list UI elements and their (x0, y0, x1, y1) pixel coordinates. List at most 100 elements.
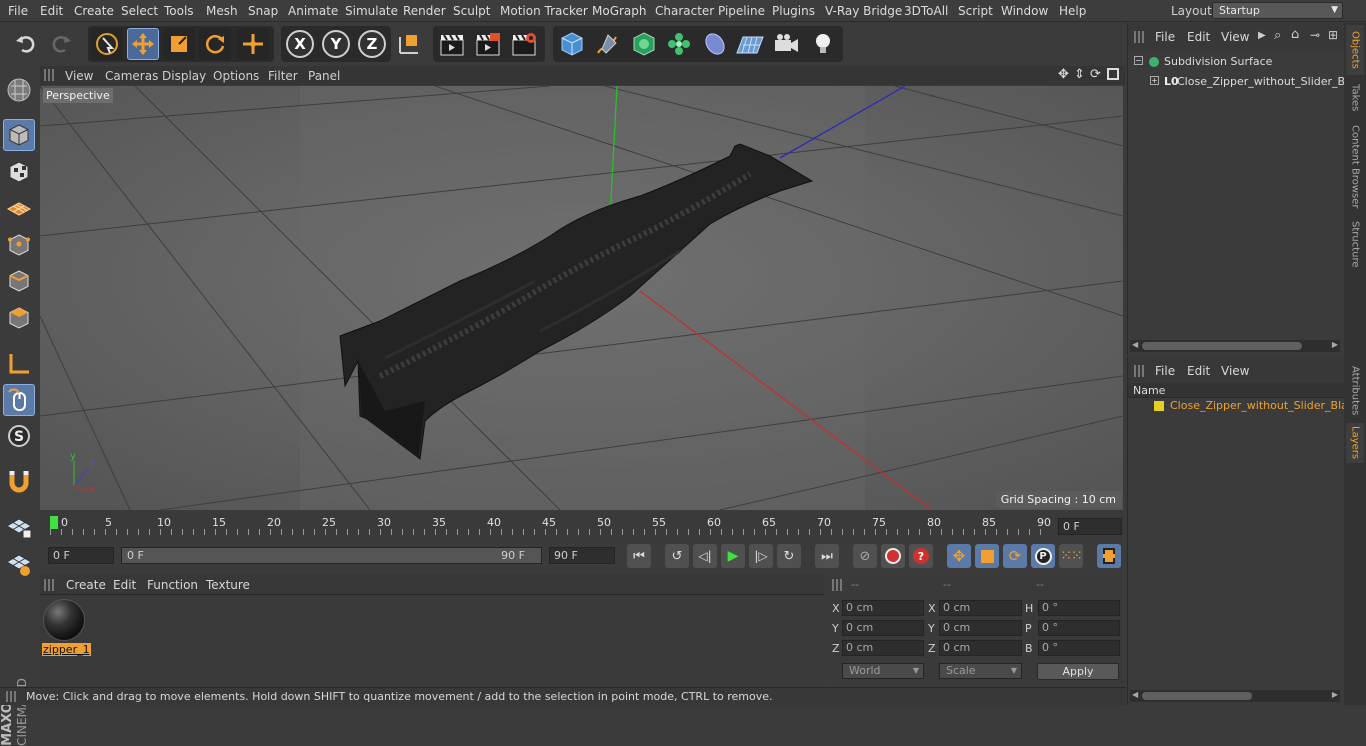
size-x-field[interactable]: 0 cm (939, 600, 1022, 616)
tab-objects[interactable]: Objects (1346, 25, 1364, 75)
size-mode-select[interactable]: Scale ▼ (939, 663, 1022, 679)
menu-snap[interactable]: Snap (248, 4, 278, 18)
menu-more-arrow-icon[interactable]: ▶ (1258, 30, 1266, 41)
material-menu-create[interactable]: Create (66, 578, 106, 592)
menu-mograph[interactable]: MoGraph (592, 4, 647, 18)
end-frame-field[interactable]: 90 F (549, 547, 615, 564)
camera-button[interactable] (770, 28, 802, 60)
material-menu-function[interactable]: Function (147, 578, 198, 592)
go-to-end-button[interactable]: ⏭ (815, 544, 839, 568)
tab-attributes[interactable]: Attributes (1346, 361, 1364, 421)
universal-tool-button[interactable] (237, 28, 269, 60)
floor-button[interactable] (734, 28, 766, 60)
object-menu-edit[interactable]: Edit (1187, 30, 1210, 44)
menu-help[interactable]: Help (1059, 4, 1086, 18)
cube-button[interactable] (556, 28, 588, 60)
timeline-window-button[interactable] (1097, 544, 1121, 568)
menu-create[interactable]: Create (74, 4, 114, 18)
viewport-menu-display[interactable]: Display (162, 69, 206, 83)
edges-mode-button[interactable] (3, 265, 35, 297)
menu-simulate[interactable]: Simulate (345, 4, 398, 18)
expand-icon[interactable]: + (1150, 76, 1159, 85)
scrollbar-thumb[interactable] (1142, 342, 1302, 350)
pos-y-field[interactable]: 0 cm (842, 620, 924, 636)
rot-h-field[interactable]: 0 ° (1038, 600, 1120, 616)
scroll-right-icon[interactable]: ▶ (1332, 690, 1338, 699)
maximize-view-icon[interactable] (1107, 68, 1119, 80)
object-item-zipper[interactable]: + L0 Close_Zipper_without_Slider_Bla (1132, 74, 1355, 92)
layer-color-swatch[interactable] (1154, 401, 1164, 411)
menu-render[interactable]: Render (403, 4, 446, 18)
apply-button[interactable]: Apply (1037, 663, 1119, 680)
menu-tools[interactable]: Tools (164, 4, 194, 18)
key-scale-button[interactable] (975, 544, 999, 568)
axis-mode-button[interactable] (3, 348, 35, 380)
scroll-left-icon[interactable]: ◀ (1132, 690, 1138, 699)
y-axis-lock-button[interactable]: Y (320, 28, 352, 60)
record-keys-button[interactable]: ⊘ (853, 544, 877, 568)
menu-file[interactable]: File (8, 4, 28, 18)
x-axis-lock-button[interactable]: X (284, 28, 316, 60)
start-frame-field[interactable]: 0 F (48, 547, 114, 564)
scrollbar-thumb[interactable] (1142, 692, 1252, 700)
new-window-icon[interactable]: ⊞ (1328, 28, 1338, 42)
cloner-button[interactable] (663, 28, 695, 60)
layout-select[interactable]: Startup ▼ (1212, 2, 1343, 19)
object-item-subdivision[interactable]: − Subdivision Surface (1132, 54, 1342, 72)
frame-range-slider[interactable]: 0 F 90 F (121, 547, 542, 564)
texture-mode-button[interactable] (3, 156, 35, 188)
viewport-menu-options[interactable]: Options (213, 69, 259, 83)
viewport-menu-filter[interactable]: Filter (268, 69, 298, 83)
z-axis-lock-button[interactable]: Z (356, 28, 388, 60)
pen-spline-button[interactable] (591, 28, 623, 60)
tab-layers[interactable]: Layers (1346, 423, 1364, 463)
menu-mesh[interactable]: Mesh (206, 4, 238, 18)
redo-button[interactable] (45, 28, 77, 60)
material-menu-texture[interactable]: Texture (206, 578, 250, 592)
layer-menu-file[interactable]: File (1155, 364, 1175, 378)
tab-takes[interactable]: Takes (1346, 79, 1364, 117)
viewport-menu-cameras[interactable]: Cameras (105, 69, 158, 83)
menu-character[interactable]: Character (655, 4, 714, 18)
grid-lock-button[interactable] (3, 510, 35, 542)
next-key-button[interactable]: ↻ (777, 544, 801, 568)
tab-content-browser[interactable]: Content Browser (1346, 121, 1364, 213)
material-menu-edit[interactable]: Edit (113, 578, 136, 592)
live-selection-button[interactable] (91, 28, 123, 60)
rotate-view-icon[interactable]: ⟳ (1090, 67, 1101, 82)
snap-button[interactable] (3, 466, 35, 498)
coordinate-system-button[interactable] (393, 28, 425, 60)
material-swatch[interactable]: zipper_1 (42, 598, 91, 656)
render-view-button[interactable] (436, 28, 468, 60)
keyframe-selection-button[interactable]: ? (909, 544, 933, 568)
scale-tool-button[interactable] (163, 28, 195, 60)
object-menu-view[interactable]: View (1221, 30, 1249, 44)
points-mode-button[interactable] (3, 229, 35, 261)
current-frame-field[interactable]: 0 F (1058, 518, 1122, 535)
light-button[interactable] (807, 28, 839, 60)
viewport-perspective[interactable]: y z x Perspective Grid Spacing : 10 cm (40, 86, 1123, 510)
undo-button[interactable] (10, 28, 42, 60)
size-z-field[interactable]: 0 cm (939, 640, 1022, 656)
deformer-button[interactable] (699, 28, 731, 60)
autokey-button[interactable] (881, 544, 905, 568)
size-y-field[interactable]: 0 cm (939, 620, 1022, 636)
pos-x-field[interactable]: 0 cm (842, 600, 924, 616)
rot-b-field[interactable]: 0 ° (1038, 640, 1120, 656)
rotate-tool-button[interactable] (199, 28, 231, 60)
scroll-left-icon[interactable]: ◀ (1132, 340, 1138, 349)
menu-vray-bridge[interactable]: V-Ray Bridge (825, 4, 902, 18)
next-frame-button[interactable]: |▷ (749, 544, 773, 568)
object-horizontal-scrollbar[interactable]: ◀ ▶ (1130, 340, 1340, 352)
viewport-menu-panel[interactable]: Panel (308, 69, 340, 83)
move-tool-button[interactable] (127, 28, 159, 60)
rot-p-field[interactable]: 0 ° (1038, 620, 1120, 636)
menu-plugins[interactable]: Plugins (772, 4, 815, 18)
link-icon[interactable]: ⊸ (1310, 28, 1320, 42)
render-settings-button[interactable] (508, 28, 540, 60)
menu-script[interactable]: Script (958, 4, 993, 18)
dolly-view-icon[interactable]: ⇕ (1074, 67, 1085, 82)
workplane-lock-button[interactable] (3, 548, 35, 580)
layer-menu-edit[interactable]: Edit (1187, 364, 1210, 378)
timeline-ruler[interactable]: 0 5 10 15 20 25 30 35 40 45 50 55 60 65 … (40, 512, 1125, 539)
